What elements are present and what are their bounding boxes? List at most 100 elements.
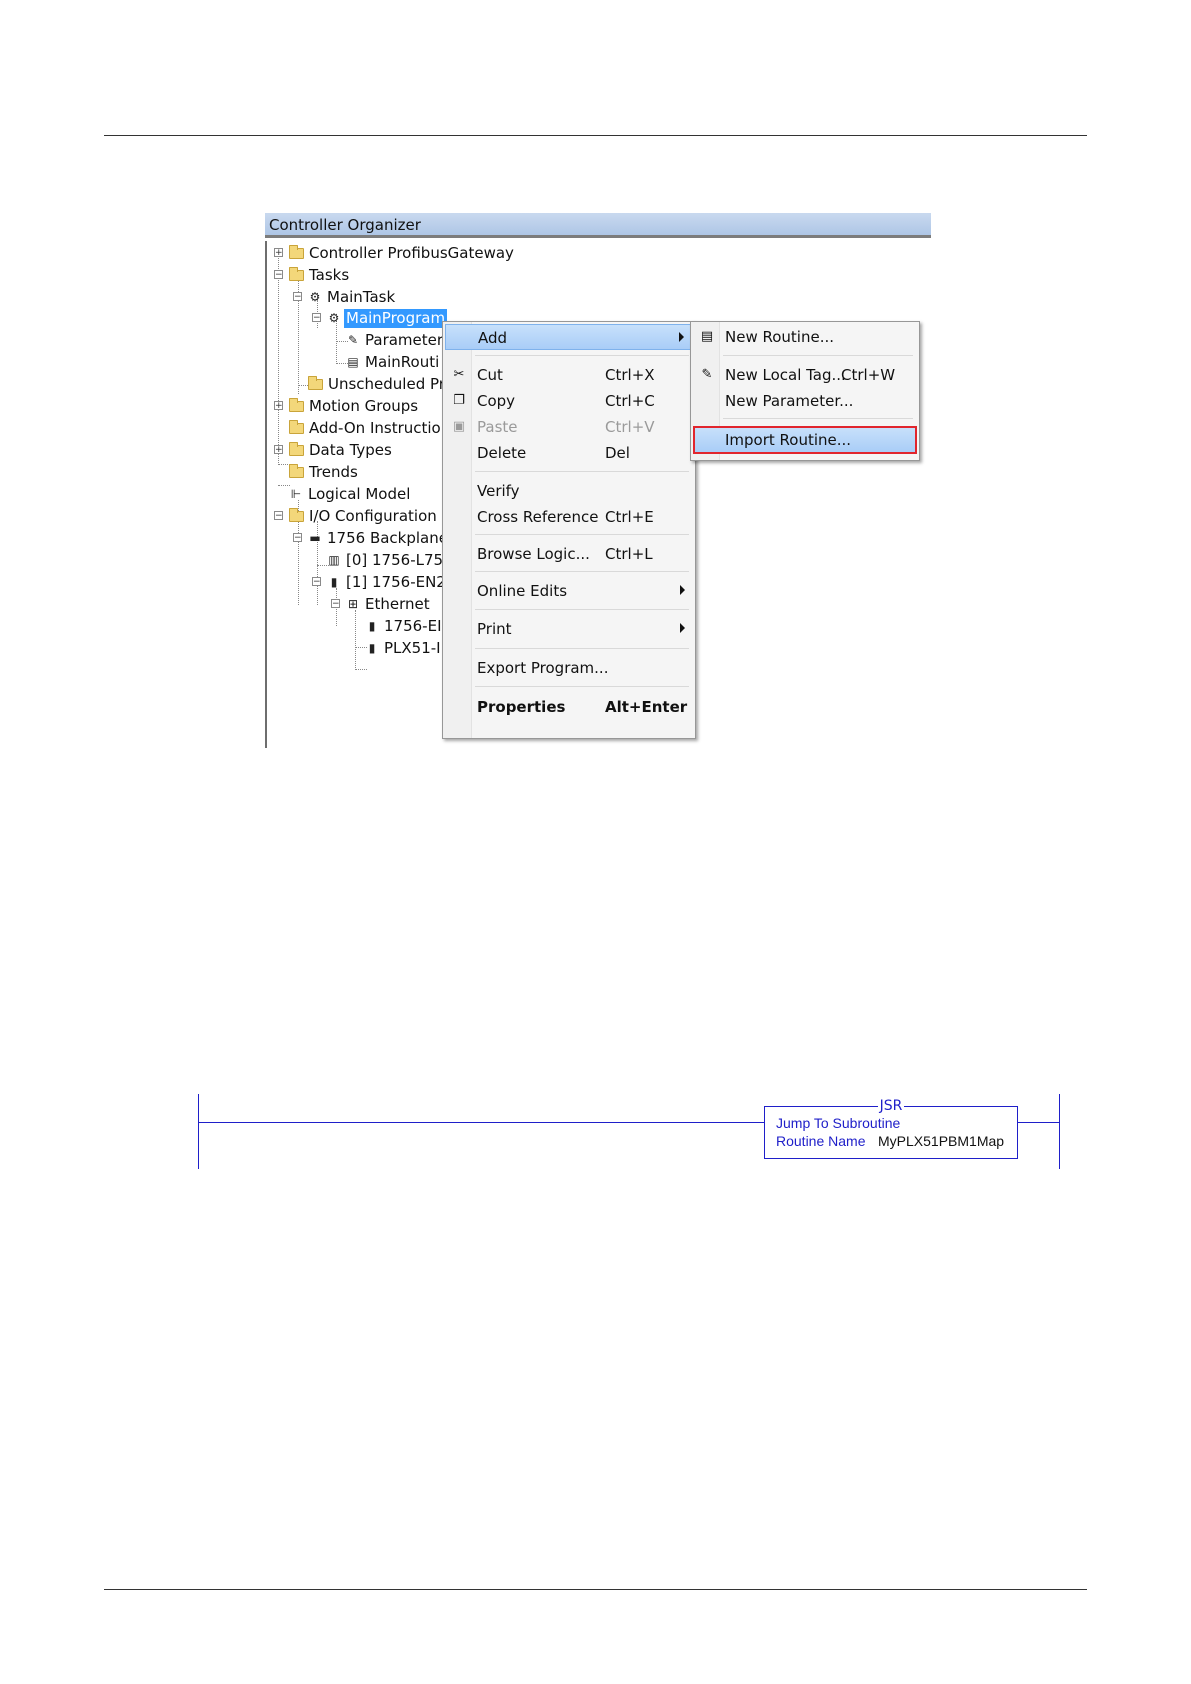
tree-node-motion-groups[interactable]: Motion Groups <box>289 396 420 416</box>
submenu-arrow-icon <box>680 585 685 595</box>
folder-icon <box>289 419 304 434</box>
menu-item-cut[interactable]: ✂ Cut Ctrl+X <box>445 362 691 388</box>
jsr-routine-value[interactable]: MyPLX51PBM1Map <box>878 1133 1004 1149</box>
menu-separator <box>475 471 689 472</box>
menu-item-delete[interactable]: Delete Del <box>445 440 691 466</box>
menu-separator <box>723 418 913 419</box>
menu-item-add[interactable]: Add <box>445 324 691 350</box>
submenu-item-import-routine[interactable]: Import Routine... <box>693 426 917 454</box>
submenu-item-new-local-tag[interactable]: ✎ New Local Tag... Ctrl+W <box>693 362 917 388</box>
jsr-mnemonic: JSR <box>877 1098 905 1114</box>
right-power-rail <box>1059 1094 1060 1169</box>
tree-node-eth-device-1[interactable]: ▮ 1756-EI <box>365 616 444 636</box>
tree-node-main-program[interactable]: ⚙ MainProgram <box>327 308 448 328</box>
folder-icon <box>289 441 304 456</box>
ladder-rung: JSR Jump To Subroutine Routine Name MyPL… <box>198 1094 1060 1169</box>
expand-toggle[interactable]: + <box>274 248 283 258</box>
menu-item-copy[interactable]: ❐ Copy Ctrl+C <box>445 388 691 414</box>
tree-node-unscheduled[interactable]: Unscheduled Pro <box>308 374 456 394</box>
menu-item-paste[interactable]: ▣ Paste Ctrl+V <box>445 414 691 440</box>
submenu-item-new-routine[interactable]: ▤ New Routine... <box>693 324 917 350</box>
program-icon: ⚙ <box>328 311 340 325</box>
module-icon: ▮ <box>368 641 376 655</box>
left-power-rail <box>198 1094 199 1169</box>
collapse-toggle[interactable]: − <box>312 313 321 323</box>
tree-node-data-types[interactable]: Data Types <box>289 440 394 460</box>
controller-module-icon: ▥ <box>328 553 340 567</box>
menu-item-export-program[interactable]: Export Program... <box>445 655 691 681</box>
menu-separator <box>723 355 913 356</box>
menu-separator <box>475 648 689 649</box>
menu-item-properties[interactable]: Properties Alt+Enter <box>445 694 691 720</box>
tree-node-main-task[interactable]: ⚙ MainTask <box>308 287 397 307</box>
menu-item-online-edits[interactable]: Online Edits <box>445 578 691 604</box>
submenu-arrow-icon <box>679 332 684 342</box>
organizer-title: Controller Organizer <box>265 213 931 238</box>
tree-node-parameters[interactable]: ✎ Parameter <box>346 330 445 350</box>
rung-wire <box>198 1122 764 1123</box>
module-icon: ▮ <box>368 619 376 633</box>
tree-node-slot0[interactable]: ▥ [0] 1756-L75 <box>327 550 445 570</box>
folder-icon <box>289 463 304 478</box>
tree-node-slot1[interactable]: ▮ [1] 1756-EN2 <box>327 572 448 592</box>
collapse-toggle[interactable]: − <box>293 292 302 302</box>
menu-separator <box>475 534 689 535</box>
tree-node-tasks[interactable]: Tasks <box>289 265 351 285</box>
routine-icon: ▤ <box>700 329 714 344</box>
tree-node-backplane[interactable]: ▬ 1756 Backplane, <box>308 528 455 548</box>
tree-node-ethernet[interactable]: ⊞ Ethernet <box>346 594 432 614</box>
jsr-routine-label: Routine Name <box>776 1133 866 1149</box>
folder-icon <box>289 397 304 412</box>
menu-separator <box>475 609 689 610</box>
copy-icon: ❐ <box>453 393 465 408</box>
tree-line <box>355 669 367 670</box>
backplane-icon: ▬ <box>309 531 321 545</box>
module-icon: ▮ <box>330 575 338 589</box>
scissors-icon: ✂ <box>453 367 465 382</box>
tag-edit-icon: ✎ <box>347 333 359 347</box>
tag-edit-icon: ✎ <box>701 367 713 382</box>
tree-node-add-on[interactable]: Add-On Instruction <box>289 418 452 438</box>
folder-icon <box>289 244 304 259</box>
context-menu: Add ✂ Cut Ctrl+X ❐ Copy Ctrl+C ▣ Paste C… <box>442 321 696 739</box>
organizer-border <box>265 241 267 748</box>
expand-toggle[interactable]: + <box>274 401 283 411</box>
paste-icon: ▣ <box>452 419 466 434</box>
folder-open-icon <box>289 266 304 281</box>
folder-open-icon <box>289 507 304 522</box>
jsr-instruction-block[interactable]: JSR Jump To Subroutine Routine Name MyPL… <box>764 1098 1018 1159</box>
collapse-toggle[interactable]: − <box>293 533 302 543</box>
folder-icon <box>308 375 323 390</box>
jsr-description: Jump To Subroutine <box>776 1115 901 1131</box>
collapse-toggle[interactable]: − <box>274 270 283 280</box>
network-icon: ⊞ <box>347 597 359 611</box>
tree-line <box>355 610 356 668</box>
tree-node-main-routine[interactable]: ▤ MainRouti <box>346 352 441 372</box>
tree-node-io-config[interactable]: I/O Configuration <box>289 506 439 526</box>
collapse-toggle[interactable]: − <box>312 577 321 587</box>
menu-item-browse-logic[interactable]: Browse Logic... Ctrl+L <box>445 541 691 567</box>
header-rule <box>104 135 1087 136</box>
collapse-toggle[interactable]: − <box>274 511 283 521</box>
tree-node-eth-device-2[interactable]: ▮ PLX51-I <box>365 638 443 658</box>
collapse-toggle[interactable]: − <box>331 599 340 609</box>
add-submenu: ▤ New Routine... ✎ New Local Tag... Ctrl… <box>690 321 920 461</box>
tree-node-controller[interactable]: Controller ProfibusGateway <box>289 243 516 263</box>
tree-node-logical-model[interactable]: ⊩ Logical Model <box>289 484 412 504</box>
tree-node-trends[interactable]: Trends <box>289 462 360 482</box>
menu-separator <box>475 686 689 687</box>
menu-item-cross-reference[interactable]: Cross Reference Ctrl+E <box>445 504 691 530</box>
menu-item-print[interactable]: Print <box>445 616 691 642</box>
footer-rule <box>104 1589 1087 1590</box>
menu-item-verify[interactable]: Verify <box>445 478 691 504</box>
expand-toggle[interactable]: + <box>274 445 283 455</box>
menu-separator <box>475 571 689 572</box>
task-icon: ⚙ <box>309 290 321 304</box>
submenu-arrow-icon <box>680 623 685 633</box>
tree-line <box>278 254 279 463</box>
menu-separator <box>475 355 689 356</box>
submenu-item-new-parameter[interactable]: New Parameter... <box>693 388 917 414</box>
routine-icon: ▤ <box>347 355 359 369</box>
rung-wire <box>1018 1122 1059 1123</box>
hierarchy-icon: ⊩ <box>290 487 302 501</box>
